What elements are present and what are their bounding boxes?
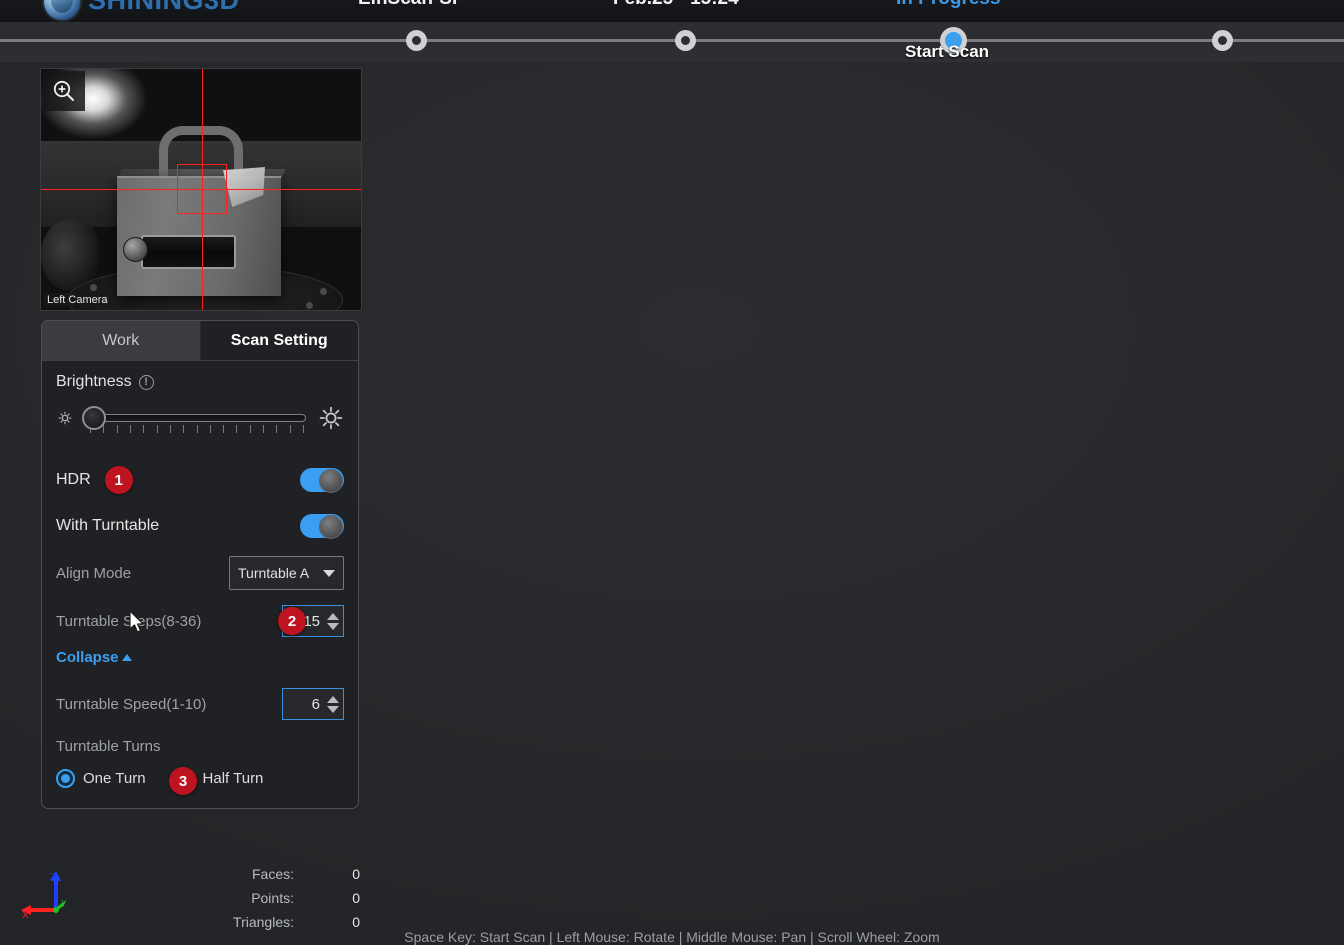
svg-text:Z: Z: [50, 872, 56, 883]
align-mode-value: Turntable A: [238, 565, 310, 581]
stat-key-faces: Faces:: [251, 866, 294, 882]
svg-text:X: X: [22, 910, 29, 921]
radio-one-turn-label: One Turn: [83, 770, 146, 787]
radio-half-turn-label: Half Turn: [202, 770, 264, 787]
with-turntable-row: With Turntable: [56, 503, 344, 549]
radio-one-turn-indicator: [56, 769, 75, 788]
collapse-toggle-link[interactable]: Collapse: [56, 649, 132, 666]
tab-work[interactable]: Work: [42, 321, 201, 360]
session-datetime: Feb.25 - 15:24: [613, 0, 739, 10]
left-camera-preview[interactable]: Left Camera: [40, 68, 362, 311]
with-turntable-label: With Turntable: [56, 517, 160, 534]
brightness-slider-rail: [87, 414, 306, 422]
workflow-timeline: [0, 22, 1344, 62]
stepper-up-icon[interactable]: [327, 612, 339, 620]
scan-settings-panel: Work Scan Setting Brightness ! HDR 1 Wit…: [41, 320, 359, 809]
turntable-speed-label: Turntable Speed(1-10): [56, 695, 207, 713]
scan-status: In Progress: [896, 0, 1001, 10]
turntable-speed-stepper[interactable]: 6: [282, 688, 344, 720]
timeline-step-2[interactable]: [675, 30, 696, 51]
annotation-badge-2: 2: [278, 607, 306, 635]
brightness-label: Brightness: [56, 373, 132, 390]
align-mode-dropdown[interactable]: Turntable A: [229, 556, 344, 590]
brightness-slider[interactable]: [82, 405, 310, 435]
scanned-object-slot: [141, 235, 236, 269]
camera-view-label: Left Camera: [43, 293, 112, 307]
brand-name: SHINING3D: [88, 0, 240, 15]
timeline-track: [0, 39, 1344, 42]
brightness-slider-ticks: [90, 425, 304, 433]
brightness-info-icon[interactable]: !: [138, 374, 154, 390]
stepper-down-icon[interactable]: [327, 705, 339, 713]
app-header-bar: SHINING3D EinScan-SP Feb.25 - 15:24 In P…: [0, 0, 1344, 22]
brightness-slider-row: [56, 403, 344, 437]
annotation-badge-3: 3: [169, 767, 197, 795]
scanned-object-knob: [123, 237, 148, 262]
stat-row-points: Points: 0: [120, 886, 360, 910]
camera-crosshair-vertical: [202, 69, 203, 310]
axis-orientation-gizmo: Z X Y: [18, 866, 82, 926]
annotation-badge-1: 1: [104, 466, 133, 494]
turntable-steps-label: Turntable Steps(8-36): [56, 612, 202, 630]
stat-row-faces: Faces: 0: [120, 862, 360, 886]
brightness-slider-handle[interactable]: [82, 406, 106, 430]
panel-tab-strip: Work Scan Setting: [42, 321, 358, 361]
hdr-label-group: HDR 1: [56, 466, 133, 494]
hdr-toggle[interactable]: [300, 468, 344, 493]
turntable-turns-label: Turntable Turns: [56, 738, 161, 755]
shining3d-logo-icon: [44, 0, 80, 20]
radio-one-turn[interactable]: One Turn: [56, 769, 146, 788]
turntable-speed-value: 6: [311, 695, 320, 713]
stepper-down-icon[interactable]: [327, 622, 339, 630]
timeline-active-step-label: Start Scan: [904, 42, 990, 61]
timeline-step-1[interactable]: [406, 30, 427, 51]
device-name: EinScan-SP: [358, 0, 465, 10]
with-turntable-toggle[interactable]: [300, 514, 344, 539]
chevron-down-icon: [323, 569, 335, 577]
hdr-row: HDR 1: [56, 457, 344, 503]
turntable-speed-row: Turntable Speed(1-10) 6: [56, 680, 344, 728]
hdr-label: HDR: [56, 471, 91, 488]
panel-body: Brightness ! HDR 1 With Turntable Align …: [42, 361, 358, 808]
svg-text:Y: Y: [61, 899, 67, 908]
zoom-in-magnifier-icon[interactable]: [43, 71, 85, 111]
align-mode-row: Align Mode Turntable A: [56, 549, 344, 597]
header-trailing-dash: -: [1216, 0, 1222, 10]
keyboard-mouse-hint: Space Key: Start Scan | Left Mouse: Rota…: [404, 929, 940, 945]
tab-scan-setting[interactable]: Scan Setting: [200, 321, 358, 360]
scan-statistics: Faces: 0 Points: 0 Triangles: 0: [120, 862, 360, 934]
turntable-speed-arrows: [326, 695, 343, 713]
align-mode-label: Align Mode: [56, 564, 132, 582]
caret-up-icon: [121, 654, 132, 661]
collapse-label: Collapse: [56, 649, 119, 666]
brightness-section: Brightness !: [56, 373, 344, 391]
stat-key-points: Points:: [251, 890, 294, 906]
sun-small-icon: [56, 409, 74, 432]
sun-large-icon: [318, 405, 344, 436]
turntable-turns-options: One Turn 3 Half Turn: [56, 767, 344, 795]
timeline-step-4[interactable]: [1212, 30, 1233, 51]
stat-value-points: 0: [352, 890, 360, 906]
stepper-up-icon[interactable]: [327, 695, 339, 703]
turntable-steps-arrows: [326, 612, 343, 630]
turntable-steps-row: Turntable Steps(8-36) 2 15: [56, 597, 344, 645]
stat-value-faces: 0: [352, 866, 360, 882]
